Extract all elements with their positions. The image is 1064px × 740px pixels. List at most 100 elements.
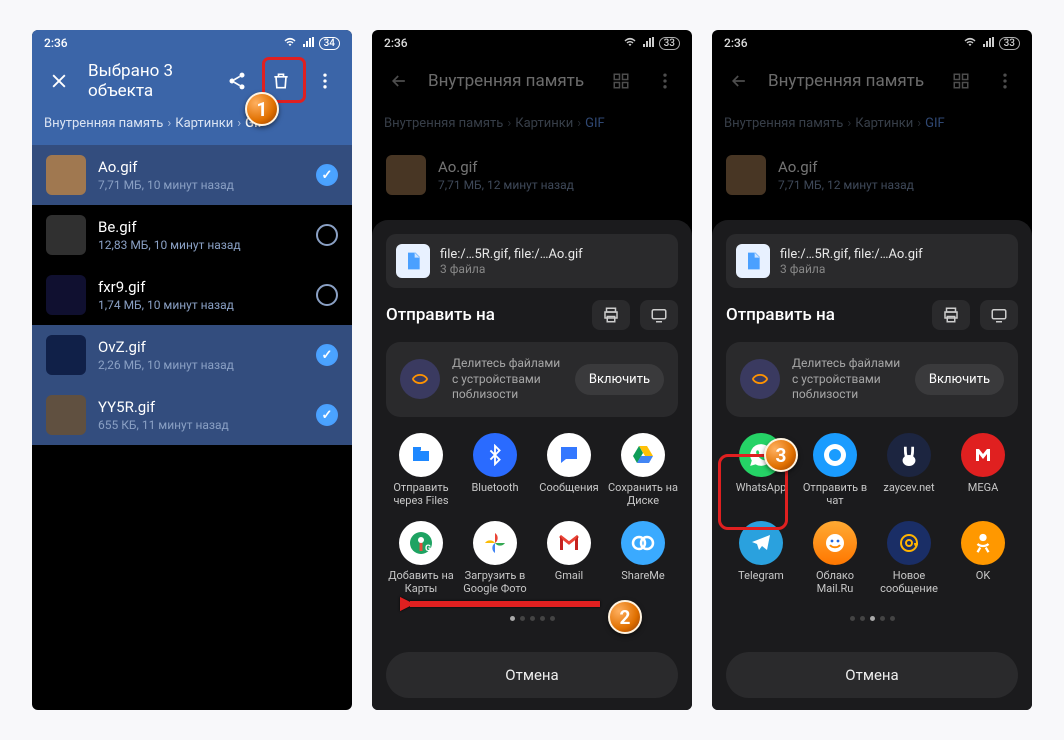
toolbar-title: Внутренняя память [768,71,932,91]
print-button[interactable] [932,300,970,330]
file-row[interactable]: Ao.gif7,71 МБ, 12 минут назад [372,145,692,205]
file-row[interactable]: Be.gif 12,83 МБ, 10 минут назад [32,205,352,265]
cast-button[interactable] [640,300,678,330]
app-label: Новое сообщение [874,569,944,595]
page-indicator [726,612,1018,621]
nearby-enable-button[interactable]: Включить [915,364,1004,395]
cancel-button[interactable]: Отмена [386,652,678,698]
phone-1: 2:36 34 Выбрано 3 объекта [32,30,352,710]
selection-toolbar: Выбрано 3 объекта [32,56,352,106]
status-bar: 2:36 33 [372,30,692,56]
file-meta: 7,71 МБ, 12 минут назад [438,178,678,192]
selection-checkbox[interactable]: ✓ [316,164,338,186]
app-label: zaycev.net [883,481,934,494]
file-meta: 7,71 МБ, 10 минут назад [98,178,304,192]
share-target-zaycev-net[interactable]: zaycev.net [874,433,944,507]
annotation-badge-2: 2 [608,600,642,634]
app-icon: G [399,521,443,565]
share-file-chip: file:/…5R.gif, file:/…Ao.gif3 файла [726,234,1018,288]
file-row[interactable]: YY5R.gif 655 КБ, 11 минут назад ✓ [32,385,352,445]
more-button[interactable] [990,66,1020,96]
share-target-новое-сообщение[interactable]: Новое сообщение [874,521,944,595]
chevron-right-icon: › [237,116,241,131]
share-file-title: file:/…5R.gif, file:/…Ao.gif [780,247,923,262]
file-icon [736,244,770,278]
share-target-сохранить-на-диске[interactable]: Сохранить на Диске [608,433,678,507]
crumb-root[interactable]: Внутренняя память [44,116,163,131]
file-meta: 12,83 МБ, 10 минут назад [98,238,304,252]
selection-checkbox[interactable]: ✓ [316,404,338,426]
breadcrumb: Внутренняя память › Картинки › GIF [712,106,1032,145]
battery-icon: 33 [659,37,680,50]
file-name: OvZ.gif [98,338,304,356]
phone-3: 2:36 33 Внутренняя память Внутренняя пам… [712,30,1032,710]
nearby-enable-button[interactable]: Включить [575,364,664,395]
share-target-отправить-в-чат[interactable]: Отправить в чат [800,433,870,507]
share-target-ok[interactable]: OK [948,521,1018,595]
file-name: fxr9.gif [98,278,304,296]
crumb-folder[interactable]: Картинки [515,116,573,131]
file-row[interactable]: Ao.gif7,71 МБ, 12 минут назад [712,145,1032,205]
more-button[interactable] [650,66,680,96]
app-icon [473,521,517,565]
chevron-right-icon: › [577,116,581,131]
file-row[interactable]: fxr9.gif 1,74 МБ, 10 минут назад [32,265,352,325]
app-label: ShareMe [621,569,664,582]
crumb-folder[interactable]: Картинки [175,116,233,131]
breadcrumb: Внутренняя память › Картинки › GIF [372,106,692,145]
app-label: Telegram [738,569,784,582]
status-time: 2:36 [724,36,748,50]
breadcrumb: Внутренняя память › Картинки › GIF [32,106,352,145]
crumb-root[interactable]: Внутренняя память [724,116,843,131]
more-button[interactable] [310,66,340,96]
share-target-bluetooth[interactable]: Bluetooth [460,433,530,507]
share-button[interactable] [222,66,252,96]
app-label: Gmail [555,569,583,582]
app-icon [739,521,783,565]
share-target-добавить-на-карты[interactable]: G Добавить на Карты [386,521,456,595]
share-file-count: 3 файла [440,262,583,276]
chevron-right-icon: › [917,116,921,131]
app-toolbar: Внутренняя память [712,56,1032,106]
back-button[interactable] [384,66,414,96]
grid-view-button[interactable] [606,66,636,96]
app-label: OK [976,569,990,582]
delete-button[interactable] [266,66,296,96]
share-target-отправить-через-files[interactable]: Отправить через Files [386,433,456,507]
app-icon [399,433,443,477]
crumb-root[interactable]: Внутренняя память [384,116,503,131]
share-target-shareme[interactable]: ShareMe [608,521,678,595]
grid-view-button[interactable] [946,66,976,96]
send-to-label: Отправить на [386,305,582,325]
file-meta: 7,71 МБ, 12 минут назад [778,178,1018,192]
file-thumbnail [386,155,426,195]
status-bar: 2:36 34 [32,30,352,56]
file-row[interactable]: Ao.gif 7,71 МБ, 10 минут назад ✓ [32,145,352,205]
chevron-right-icon: › [847,116,851,131]
app-icon [473,433,517,477]
share-target-mega[interactable]: MEGA [948,433,1018,507]
share-target-облако-mail-ru[interactable]: Облако Mail.Ru [800,521,870,595]
close-selection-button[interactable] [44,66,74,96]
cast-button[interactable] [980,300,1018,330]
share-target-загрузить-в-google-фото[interactable]: Загрузить в Google Фото [460,521,530,595]
share-target-gmail[interactable]: Gmail [534,521,604,595]
annotation-badge-3: 3 [764,438,798,472]
cancel-button[interactable]: Отмена [726,652,1018,698]
app-icon [547,433,591,477]
back-button[interactable] [724,66,754,96]
app-icon [813,433,857,477]
print-button[interactable] [592,300,630,330]
share-target-telegram[interactable]: Telegram [726,521,796,595]
file-thumbnail [46,335,86,375]
signal-icon [301,36,315,51]
selection-checkbox[interactable]: ✓ [316,344,338,366]
crumb-folder[interactable]: Картинки [855,116,913,131]
file-name: Ao.gif [98,158,304,176]
share-target-сообщения[interactable]: Сообщения [534,433,604,507]
file-row[interactable]: OvZ.gif 2,26 МБ, 10 минут назад ✓ [32,325,352,385]
selection-checkbox[interactable] [316,284,338,306]
selection-title: Выбрано 3 объекта [88,61,208,101]
selection-checkbox[interactable] [316,224,338,246]
share-sheet: file:/…5R.gif, file:/…Ao.gif3 файла Отпр… [372,220,692,710]
